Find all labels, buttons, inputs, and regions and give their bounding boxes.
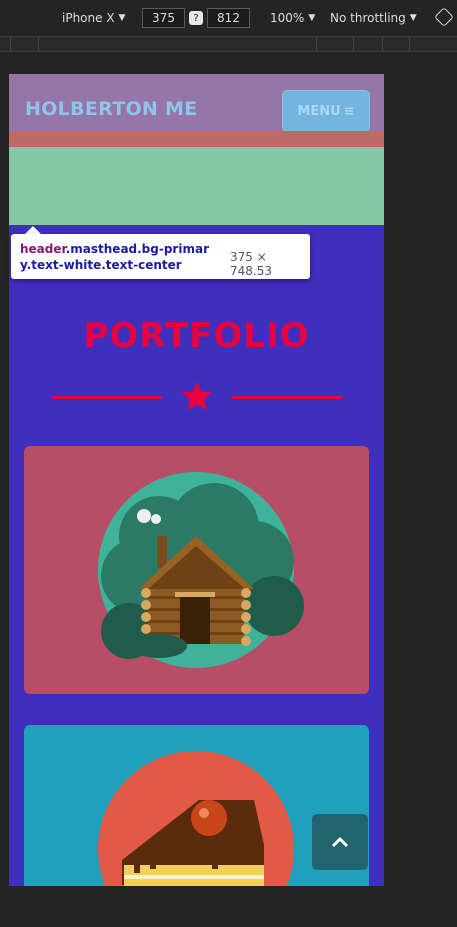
tooltip-arrow <box>25 226 41 234</box>
chevron-up-icon <box>331 836 349 848</box>
swap-icon[interactable]: ? <box>189 11 203 25</box>
divider-line-right <box>232 396 342 399</box>
throttling-select[interactable]: No throttling ▼ <box>330 0 417 36</box>
star-icon <box>181 381 213 411</box>
device-label: iPhone X <box>62 11 115 25</box>
rotate-icon[interactable] <box>434 7 454 27</box>
tooltip-selector: header.masthead.bg-primary.text-white.te… <box>20 241 220 273</box>
menu-button[interactable]: MENU ≡ <box>282 90 370 132</box>
width-input[interactable]: 375 <box>142 8 185 28</box>
chevron-down-icon: ▼ <box>118 13 126 23</box>
brand-link[interactable]: HOLBERTON ME <box>25 98 198 120</box>
throttling-label: No throttling <box>330 11 406 25</box>
tooltip-tag: header <box>20 242 66 256</box>
header-overlay-stripe <box>9 131 384 147</box>
portfolio-item-cabin[interactable] <box>24 446 369 694</box>
chevron-down-icon: ▼ <box>409 13 417 23</box>
device-select[interactable]: iPhone X ▼ <box>62 0 125 36</box>
media-query-ruler <box>0 37 457 52</box>
scroll-to-top-button[interactable] <box>312 814 368 870</box>
section-title: PORTFOLIO <box>83 316 310 356</box>
chevron-down-icon: ▼ <box>308 13 316 23</box>
devtools-bottom-area <box>0 886 457 927</box>
height-input[interactable]: 812 <box>207 8 250 28</box>
divider-line-left <box>52 396 162 399</box>
masthead-highlight <box>9 147 384 225</box>
zoom-select[interactable]: 100% ▼ <box>270 0 315 36</box>
inspector-tooltip: header.masthead.bg-primary.text-white.te… <box>11 234 310 279</box>
zoom-label: 100% <box>270 11 305 25</box>
device-viewport: HOLBERTON ME MENU ≡ PORTFOLIO <box>9 74 384 886</box>
menu-label: MENU <box>297 103 341 119</box>
devtools-toolbar: iPhone X ▼ 375 ? 812 100% ▼ No throttlin… <box>0 0 457 37</box>
tooltip-dimensions: 375 × 748.53 <box>230 250 272 278</box>
cabin-image <box>98 472 304 668</box>
hamburger-icon: ≡ <box>343 103 355 119</box>
